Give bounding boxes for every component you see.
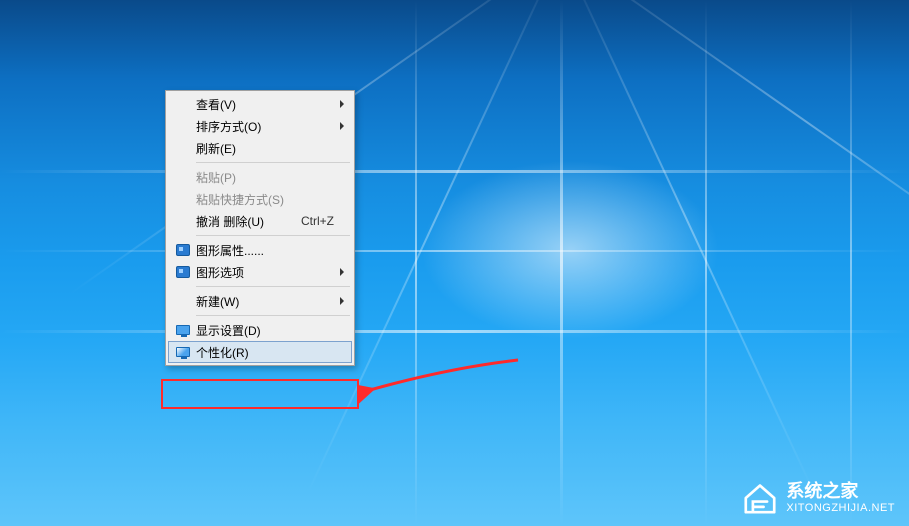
submenu-arrow-icon [340,122,344,130]
blank-icon [172,213,194,229]
menu-separator [196,286,350,287]
blank-icon [172,169,194,185]
menu-label: 新建(W) [194,293,348,310]
menu-item-refresh[interactable]: 刷新(E) [168,137,352,159]
annotation-highlight-box [161,379,359,409]
menu-label: 刷新(E) [194,140,348,157]
menu-item-graphics-options[interactable]: 图形选项 [168,261,352,283]
menu-item-graphics-properties[interactable]: 图形属性...... [168,239,352,261]
display-settings-icon [172,322,194,338]
menu-label: 显示设置(D) [194,322,348,339]
menu-item-view[interactable]: 查看(V) [168,93,352,115]
menu-label: 个性化(R) [194,344,348,361]
blank-icon [172,191,194,207]
watermark: 系统之家 XITONGZHIJIA.NET [742,482,895,514]
menu-item-paste-shortcut: 粘贴快捷方式(S) [168,188,352,210]
submenu-arrow-icon [340,268,344,276]
menu-item-paste: 粘贴(P) [168,166,352,188]
watermark-logo-icon [742,482,778,514]
desktop-context-menu: 查看(V) 排序方式(O) 刷新(E) 粘贴(P) 粘贴快捷方式(S) 撤消 删… [165,90,355,366]
annotation-arrow-icon [358,348,528,408]
menu-item-personalize[interactable]: 个性化(R) [168,341,352,363]
menu-separator [196,235,350,236]
submenu-arrow-icon [340,100,344,108]
blank-icon [172,118,194,134]
menu-label: 粘贴(P) [194,169,348,186]
menu-shortcut: Ctrl+Z [301,214,348,228]
menu-label: 图形属性...... [194,242,348,259]
menu-label: 排序方式(O) [194,118,348,135]
blank-icon [172,96,194,112]
menu-item-new[interactable]: 新建(W) [168,290,352,312]
menu-label: 撤消 删除(U) [194,213,301,230]
submenu-arrow-icon [340,297,344,305]
graphics-properties-icon [172,242,194,258]
blank-icon [172,293,194,309]
menu-separator [196,162,350,163]
watermark-url: XITONGZHIJIA.NET [786,502,895,514]
menu-separator [196,315,350,316]
menu-label: 粘贴快捷方式(S) [194,191,348,208]
graphics-options-icon [172,264,194,280]
menu-label: 查看(V) [194,96,348,113]
menu-label: 图形选项 [194,264,348,281]
watermark-title: 系统之家 [786,482,895,502]
blank-icon [172,140,194,156]
personalize-icon [172,344,194,360]
menu-item-display-settings[interactable]: 显示设置(D) [168,319,352,341]
desktop-wallpaper[interactable]: 查看(V) 排序方式(O) 刷新(E) 粘贴(P) 粘贴快捷方式(S) 撤消 删… [0,0,909,526]
menu-item-sort[interactable]: 排序方式(O) [168,115,352,137]
menu-item-undo-delete[interactable]: 撤消 删除(U) Ctrl+Z [168,210,352,232]
